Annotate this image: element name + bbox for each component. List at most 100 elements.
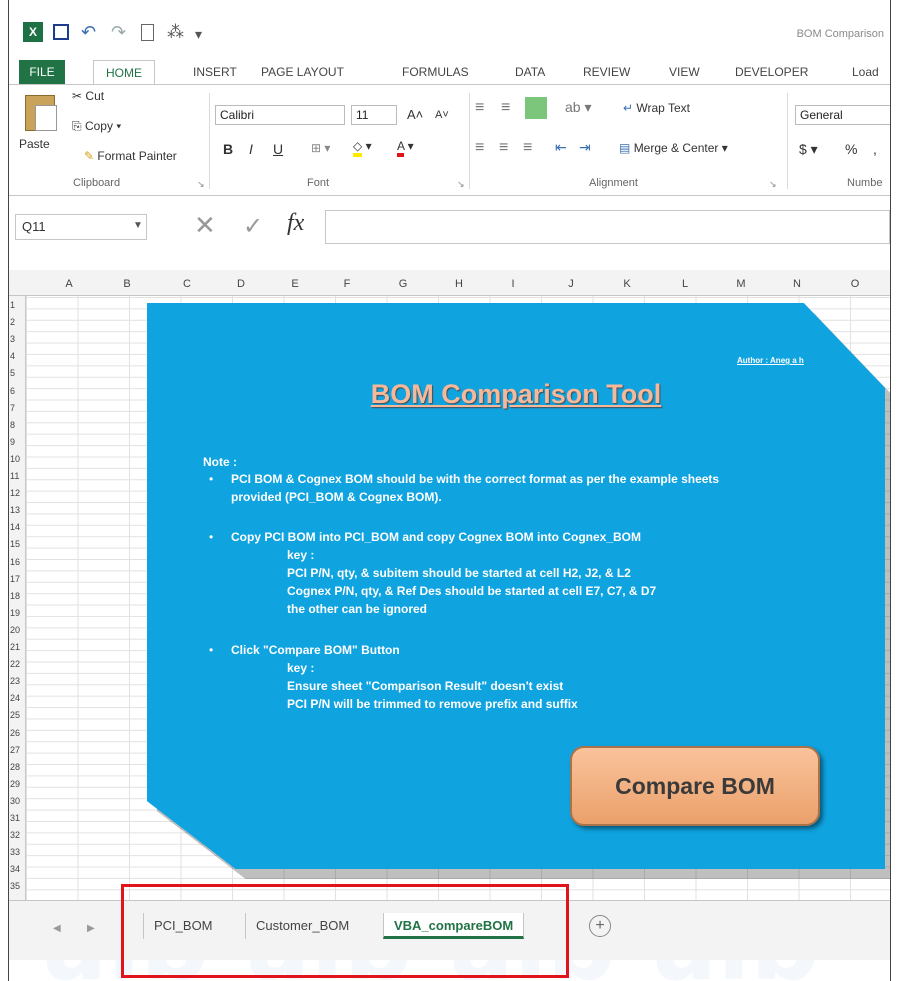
row-header[interactable]: 8 — [9, 420, 26, 430]
compare-bom-button[interactable]: Compare BOM — [570, 746, 820, 826]
align-center-icon[interactable]: ≡ — [499, 139, 508, 157]
column-header[interactable]: M — [731, 278, 751, 290]
column-header[interactable]: D — [231, 278, 251, 290]
row-header[interactable]: 29 — [9, 779, 26, 789]
customize-qat-icon[interactable]: ▾ — [195, 26, 202, 43]
column-header[interactable]: A — [59, 278, 79, 290]
chevron-left-icon[interactable]: ◀ — [53, 923, 61, 934]
merge-center-button[interactable]: ▤ Merge & Center ▾ — [619, 141, 728, 155]
tab-formulas[interactable]: FORMULAS — [402, 60, 469, 84]
tab-view[interactable]: VIEW — [669, 60, 700, 84]
wrap-text-button[interactable]: ↵ Wrap Text — [623, 101, 690, 115]
row-header[interactable]: 28 — [9, 762, 26, 772]
row-header[interactable]: 12 — [9, 488, 26, 498]
copy-button[interactable]: ⎘ Copy ▾ — [72, 119, 121, 134]
row-header[interactable]: 5 — [9, 368, 26, 378]
tab-load[interactable]: Load — [852, 60, 879, 84]
save-icon[interactable] — [53, 24, 69, 40]
column-header[interactable]: I — [503, 278, 523, 290]
font-name-select[interactable]: Calibri — [215, 105, 345, 125]
name-box[interactable]: Q11 — [15, 214, 147, 240]
increase-indent-icon[interactable]: ⇥ — [579, 139, 591, 156]
dialog-launcher-icon[interactable]: ↘ — [457, 179, 465, 190]
formula-input[interactable] — [325, 210, 890, 244]
undo-icon[interactable]: ↶ — [81, 22, 96, 43]
redo-icon[interactable]: ↷ — [111, 22, 126, 43]
row-header[interactable]: 35 — [9, 881, 26, 891]
cancel-icon[interactable]: ✕ — [194, 210, 216, 241]
row-header[interactable]: 7 — [9, 403, 26, 413]
format-painter-button[interactable]: ✎ Format Painter — [84, 149, 177, 163]
row-header[interactable]: 2 — [9, 317, 26, 327]
row-header[interactable]: 19 — [9, 608, 26, 618]
row-header[interactable]: 24 — [9, 693, 26, 703]
checkmark-icon[interactable]: ✓ — [243, 212, 263, 241]
percent-button[interactable]: % — [845, 141, 857, 157]
number-format-select[interactable]: General — [795, 105, 890, 125]
chevron-right-icon[interactable]: ▶ — [87, 923, 95, 934]
column-header[interactable]: L — [675, 278, 695, 290]
align-middle-icon[interactable]: ≡ — [501, 99, 510, 117]
underline-button[interactable]: U — [273, 141, 283, 157]
row-header[interactable]: 14 — [9, 522, 26, 532]
row-header[interactable]: 25 — [9, 710, 26, 720]
row-header[interactable]: 23 — [9, 676, 26, 686]
cut-button[interactable]: ✂ Cut — [72, 89, 104, 103]
column-header[interactable]: O — [845, 278, 865, 290]
tab-review[interactable]: REVIEW — [583, 60, 630, 84]
row-header[interactable]: 13 — [9, 505, 26, 515]
row-header[interactable]: 34 — [9, 864, 26, 874]
currency-button[interactable]: $ ▾ — [799, 141, 818, 158]
column-header[interactable]: E — [285, 278, 305, 290]
row-header[interactable]: 10 — [9, 454, 26, 464]
dialog-launcher-icon[interactable]: ↘ — [769, 179, 777, 190]
row-header[interactable]: 1 — [9, 300, 26, 310]
column-header[interactable]: B — [117, 278, 137, 290]
column-header[interactable]: G — [393, 278, 413, 290]
dialog-launcher-icon[interactable]: ↘ — [197, 179, 205, 190]
row-header[interactable]: 22 — [9, 659, 26, 669]
tab-data[interactable]: DATA — [515, 60, 545, 84]
orientation-icon[interactable]: ab ▾ — [565, 99, 592, 116]
row-header[interactable]: 33 — [9, 847, 26, 857]
row-header[interactable]: 26 — [9, 728, 26, 738]
add-sheet-button[interactable]: + — [589, 915, 611, 937]
row-header[interactable]: 16 — [9, 557, 26, 567]
row-header[interactable]: 3 — [9, 334, 26, 344]
row-header[interactable]: 21 — [9, 642, 26, 652]
row-header[interactable]: 27 — [9, 745, 26, 755]
row-header[interactable]: 15 — [9, 539, 26, 549]
tab-page-layout[interactable]: PAGE LAYOUT — [261, 60, 344, 84]
shrink-font-button[interactable]: A˅ — [435, 109, 449, 121]
row-header[interactable]: 6 — [9, 386, 26, 396]
format-icon[interactable]: ⁂ — [167, 22, 184, 42]
row-header[interactable]: 32 — [9, 830, 26, 840]
row-header[interactable]: 31 — [9, 813, 26, 823]
decrease-indent-icon[interactable]: ⇤ — [555, 139, 567, 156]
borders-icon[interactable]: ⊞ ▾ — [311, 141, 330, 155]
tab-file[interactable]: FILE — [19, 60, 65, 84]
align-top-icon[interactable]: ≡ — [475, 99, 484, 117]
tab-insert[interactable]: INSERT — [193, 60, 237, 84]
tab-home[interactable]: HOME — [93, 60, 155, 84]
insert-function-button[interactable]: fx — [287, 210, 304, 237]
align-left-icon[interactable]: ≡ — [475, 139, 484, 157]
column-header[interactable]: C — [177, 278, 197, 290]
italic-button[interactable]: I — [249, 141, 253, 157]
fill-color-icon[interactable]: ◇ ▾ — [353, 139, 372, 157]
align-bottom-icon[interactable] — [525, 97, 547, 119]
paste-button[interactable]: Paste — [19, 137, 50, 151]
comma-button[interactable]: , — [873, 141, 877, 157]
align-right-icon[interactable]: ≡ — [523, 139, 532, 157]
row-header[interactable]: 18 — [9, 591, 26, 601]
grow-font-button[interactable]: A˄ — [407, 107, 423, 122]
row-header[interactable]: 4 — [9, 351, 26, 361]
bold-button[interactable]: B — [223, 141, 233, 157]
row-header[interactable]: 30 — [9, 796, 26, 806]
column-header[interactable]: K — [617, 278, 637, 290]
new-document-icon[interactable] — [141, 24, 154, 41]
row-header[interactable]: 11 — [9, 471, 26, 481]
row-header[interactable]: 17 — [9, 574, 26, 584]
column-header[interactable]: F — [337, 278, 357, 290]
column-header[interactable]: J — [561, 278, 581, 290]
